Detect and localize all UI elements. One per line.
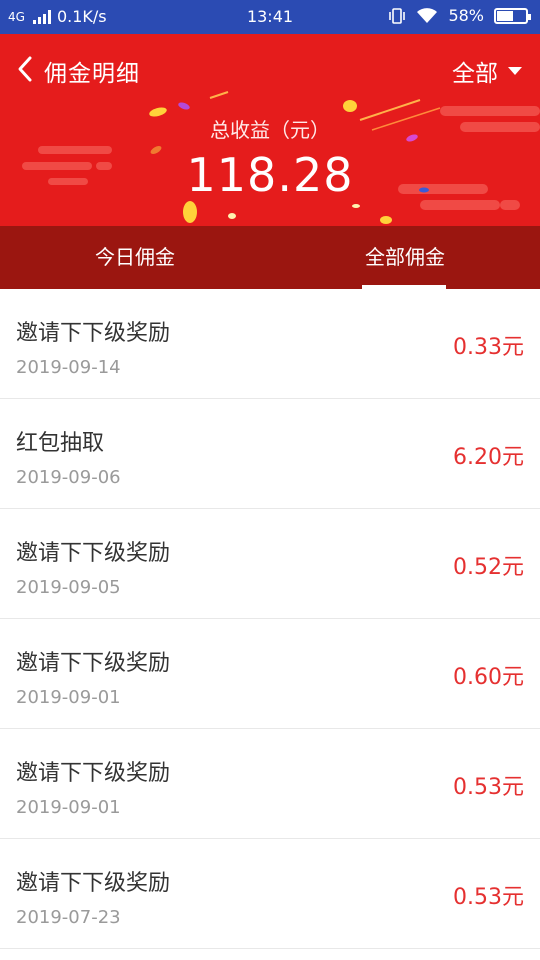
total-earnings-value: 118.28 (186, 148, 354, 202)
filter-label: 全部 (452, 61, 498, 87)
record-amount: 0.52元 (453, 555, 524, 580)
record-amount: 0.53元 (453, 885, 524, 910)
record-title: 红包抽取 (16, 431, 105, 456)
header: 佣金明细 全部 总收益（元） 118.28 (0, 34, 540, 226)
record-date: 2019-09-05 (16, 577, 121, 598)
filter-dropdown[interactable]: 全部 (452, 54, 522, 88)
record-amount: 0.53元 (453, 775, 524, 800)
list-item[interactable]: 邀请下下级奖励 2019-07-23 0.53元 (0, 839, 540, 949)
record-title: 邀请下下级奖励 (16, 871, 171, 896)
record-amount: 0.33元 (453, 335, 524, 360)
list-item[interactable]: 红包抽取 2019-09-06 6.20元 (0, 399, 540, 509)
caret-down-icon (508, 67, 522, 75)
commission-list: 邀请下下级奖励 2019-09-14 0.33元 红包抽取 2019-09-06… (0, 289, 540, 949)
list-item[interactable]: 邀请下下级奖励 2019-09-01 0.60元 (0, 619, 540, 729)
record-amount: 0.60元 (453, 665, 524, 690)
record-title: 邀请下下级奖励 (16, 541, 171, 566)
tab-label: 今日佣金 (95, 245, 175, 269)
commission-tabs: 今日佣金 全部佣金 (0, 226, 540, 289)
battery-icon (494, 7, 531, 24)
tab-label: 全部佣金 (365, 245, 445, 269)
back-button[interactable] (12, 52, 38, 86)
record-date: 2019-09-01 (16, 797, 121, 818)
record-title: 邀请下下级奖励 (16, 761, 171, 786)
wifi-icon (417, 7, 438, 23)
record-date: 2019-09-14 (16, 357, 121, 378)
total-earnings-label: 总收益（元） (210, 118, 330, 142)
list-item[interactable]: 邀请下下级奖励 2019-09-05 0.52元 (0, 509, 540, 619)
status-right: 58% (388, 6, 531, 25)
list-item[interactable]: 邀请下下级奖励 2019-09-01 0.53元 (0, 729, 540, 839)
record-title: 邀请下下级奖励 (16, 321, 171, 346)
list-item[interactable]: 邀请下下级奖励 2019-09-14 0.33元 (0, 289, 540, 399)
vibrate-icon (389, 7, 406, 24)
status-bar: 4G 0.1K/s 13:41 58% (0, 0, 540, 34)
record-date: 2019-09-06 (16, 467, 121, 488)
record-amount: 6.20元 (453, 445, 524, 470)
battery-percent: 58% (448, 6, 484, 25)
record-date: 2019-09-01 (16, 687, 121, 708)
chevron-left-icon (18, 56, 32, 82)
tab-all-commission[interactable]: 全部佣金 (270, 226, 540, 289)
tab-today-commission[interactable]: 今日佣金 (0, 226, 270, 289)
record-date: 2019-07-23 (16, 907, 121, 928)
page-title: 佣金明细 (44, 61, 140, 87)
record-title: 邀请下下级奖励 (16, 651, 171, 676)
